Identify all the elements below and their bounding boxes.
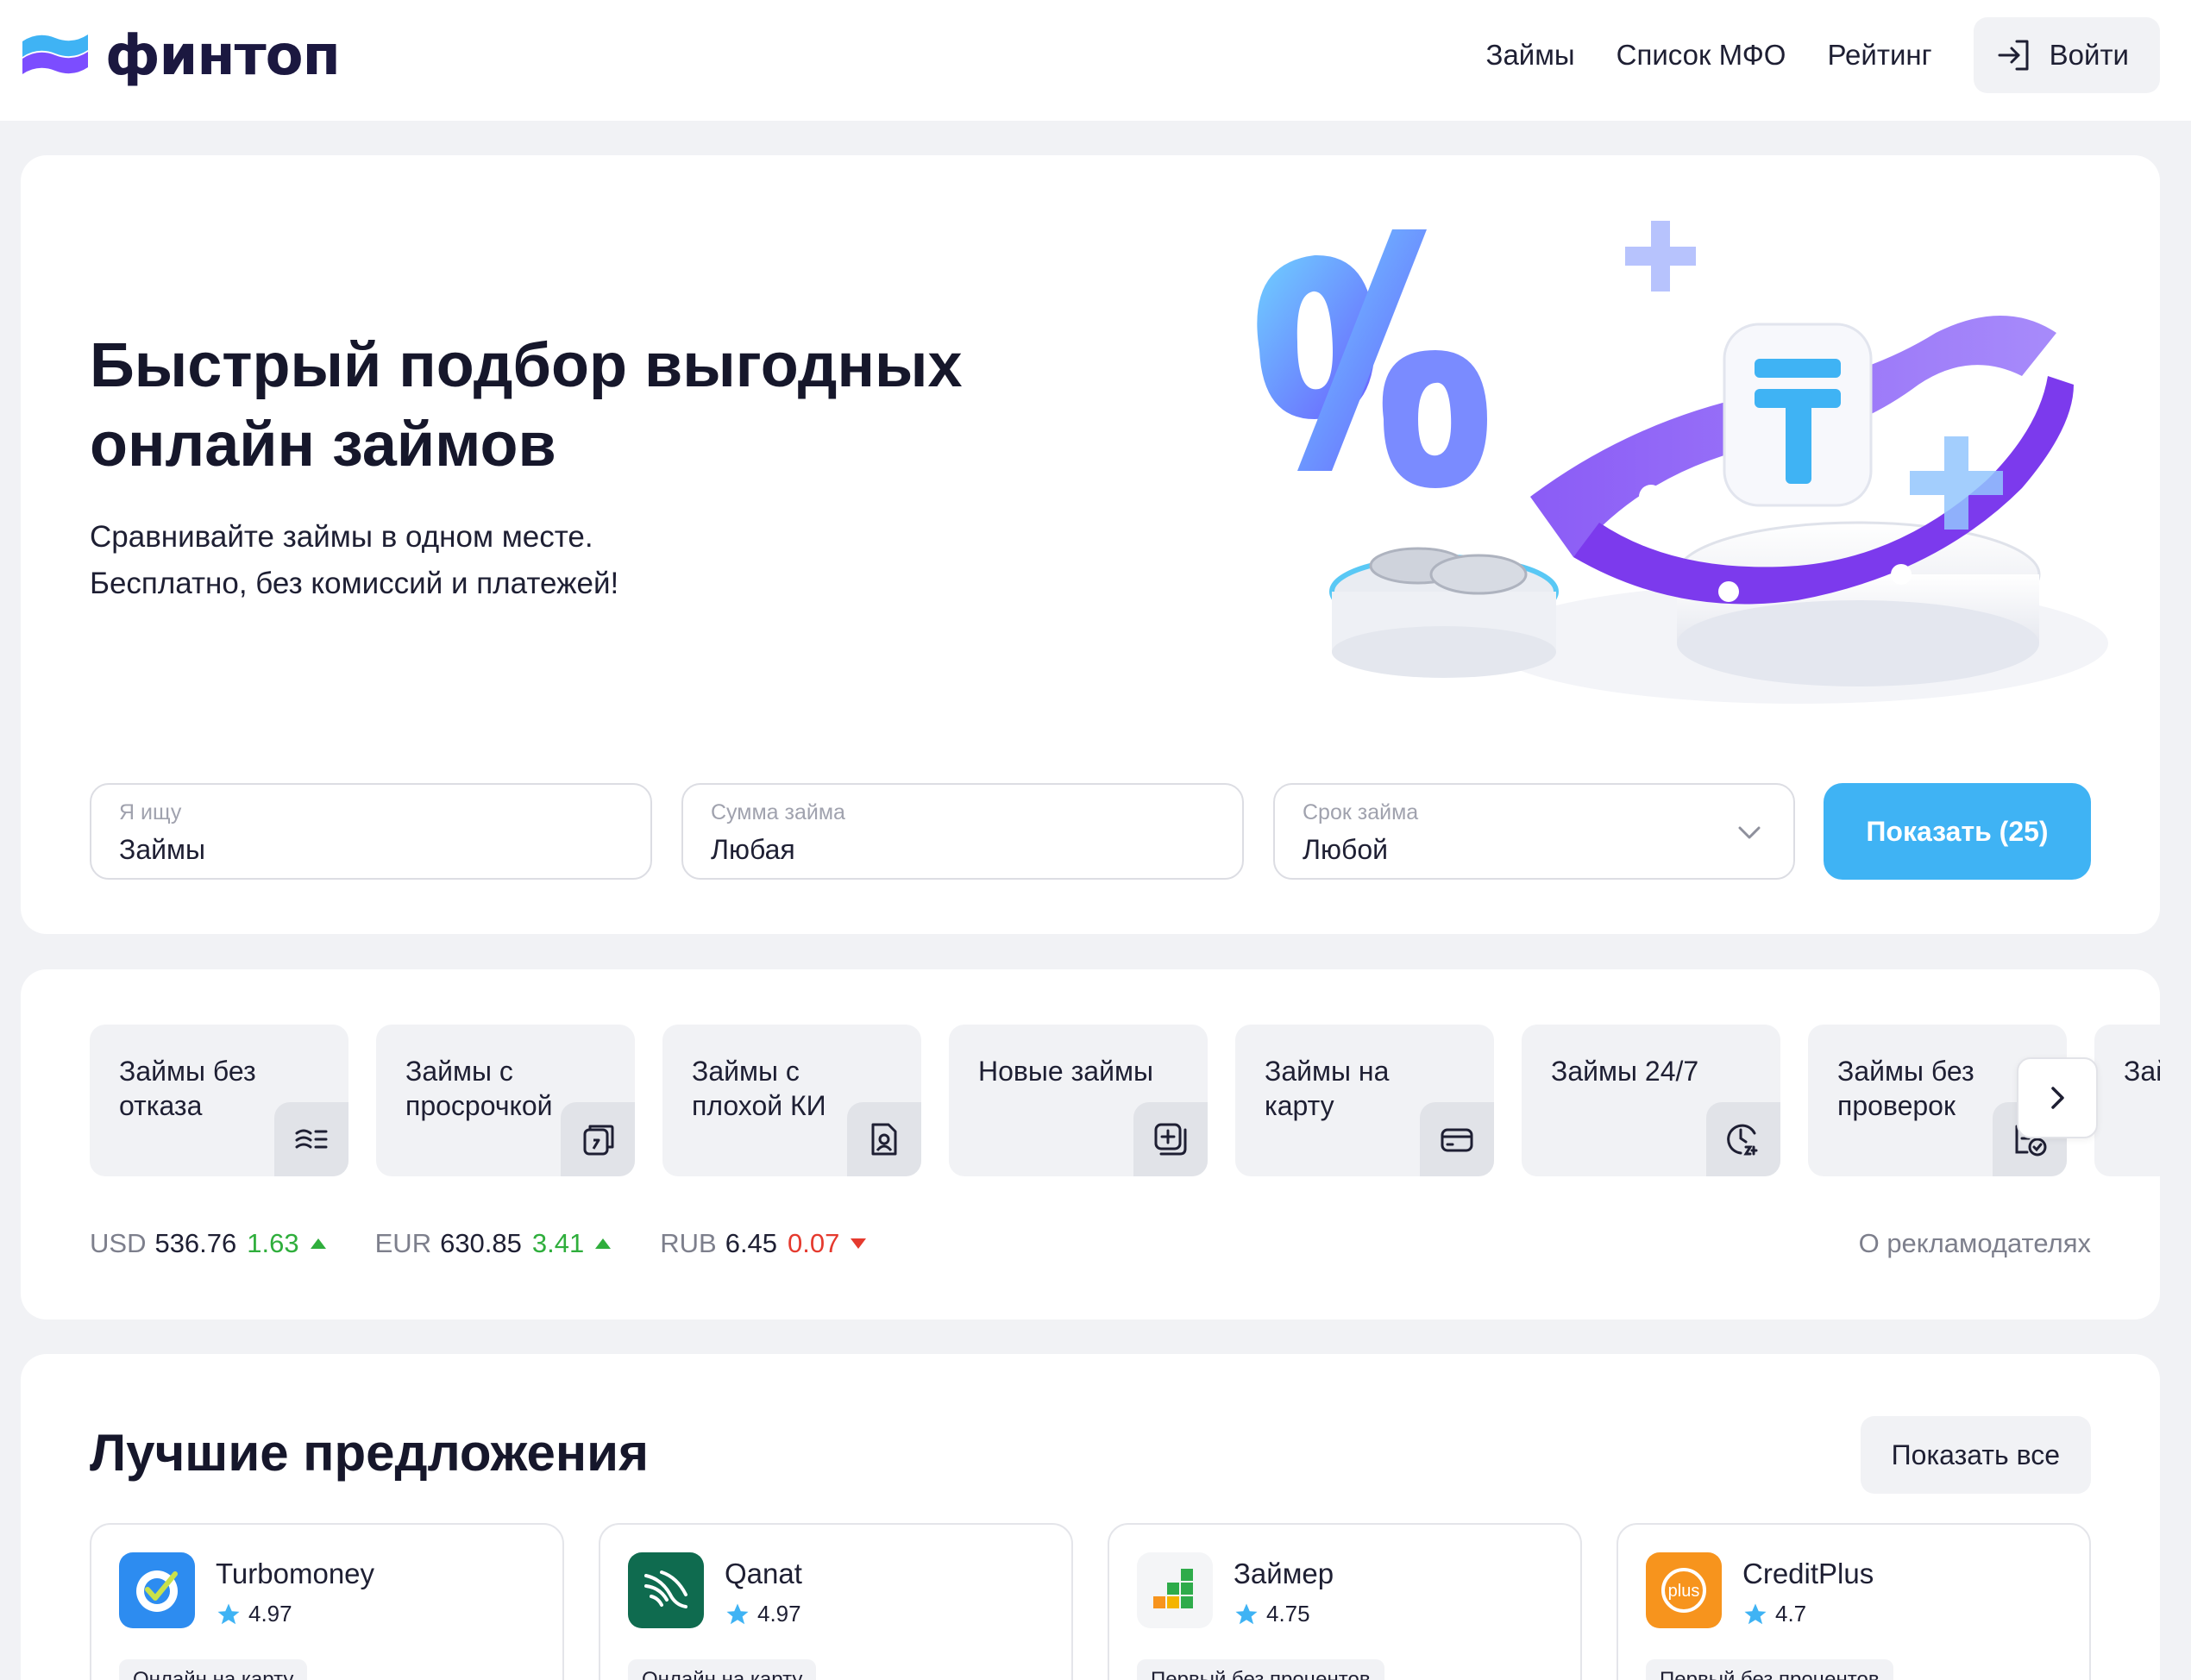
nav-link-loans[interactable]: Займы: [1486, 39, 1575, 72]
login-button[interactable]: Войти: [1973, 17, 2160, 93]
offer-tag: Первый без процентов: [1137, 1659, 1384, 1680]
rate-code: EUR: [374, 1228, 432, 1258]
credit-history-doc-icon: [847, 1102, 921, 1176]
star-icon: [1235, 1603, 1258, 1624]
hero-subtitle-line-2: Бесплатно, без комиссий и платежей!: [90, 567, 619, 600]
offer-card[interactable]: Qanat 4.97 Онлайн на карту: [599, 1523, 1073, 1680]
hero-subtitle: Сравнивайте займы в одном месте. Бесплат…: [90, 514, 1039, 607]
refuse-free-icon: [274, 1102, 348, 1176]
category-label: Новые займы: [978, 1056, 1153, 1087]
search-what-label: Я ищу: [119, 800, 182, 824]
offer-rating: 4.7: [1742, 1601, 1806, 1627]
offer-tag: Онлайн на карту: [628, 1659, 817, 1680]
star-icon: [726, 1603, 749, 1624]
nav-link-rating[interactable]: Рейтинг: [1827, 39, 1931, 72]
rate-code: RUB: [660, 1228, 717, 1258]
rate-change: 0.07: [788, 1228, 840, 1258]
star-icon: [217, 1603, 240, 1624]
offer-card[interactable]: Turbomoney 4.97 Онлайн на карту: [90, 1523, 564, 1680]
offer-tag: Первый без процентов: [1646, 1659, 1893, 1680]
offer-name: CreditPlus: [1742, 1558, 1874, 1589]
rate-value: 6.45: [725, 1228, 778, 1258]
category-no-refusal[interactable]: Займы без отказа: [90, 1025, 348, 1176]
offer-rating-value: 4.75: [1266, 1601, 1310, 1627]
triangle-up-icon: [595, 1238, 612, 1249]
search-what-value: Займы: [119, 834, 205, 865]
svg-text:plus: plus: [1668, 1582, 1700, 1601]
login-icon: [1998, 40, 2029, 71]
offer-name: Займер: [1234, 1558, 1334, 1589]
main-nav: Займы Список МФО Рейтинг Войти: [1486, 17, 2160, 93]
category-24-7[interactable]: Займы 24/7: [1522, 1025, 1780, 1176]
category-overdue[interactable]: Займы с просрочкой: [376, 1025, 635, 1176]
category-new[interactable]: Новые займы: [949, 1025, 1208, 1176]
offer-rating: 4.97: [216, 1601, 292, 1627]
search-term-label: Срок займа: [1303, 800, 1419, 824]
offer-rating: 4.97: [725, 1601, 801, 1627]
category-label: Займы про: [2124, 1056, 2160, 1087]
search-amount-field[interactable]: Сумма займа Любая: [681, 783, 1244, 880]
hero-illustration: [1257, 221, 2108, 704]
chevron-right-icon: [2051, 1087, 2064, 1109]
nav-link-mfo-list[interactable]: Список МФО: [1617, 39, 1786, 72]
categories-section: Займы без отказа Займы с просрочкой Займ…: [21, 969, 2160, 1320]
rate-usd: USD 536.76 1.63: [90, 1228, 327, 1259]
login-label: Войти: [2049, 39, 2129, 71]
creditplus-logo: plus: [1646, 1552, 1722, 1628]
offer-rating: 4.75: [1234, 1601, 1310, 1627]
category-to-card[interactable]: Займы на карту: [1235, 1025, 1494, 1176]
category-bad-credit[interactable]: Займы с плохой КИ: [662, 1025, 921, 1176]
hero-section: Быстрый подбор выгодных онлайн займов Ср…: [21, 155, 2160, 934]
category-label: Займы 24/7: [1551, 1056, 1699, 1087]
offer-name: Turbomoney: [216, 1558, 375, 1589]
site-header: финтоп Займы Список МФО Рейтинг Войти: [0, 0, 2191, 121]
rate-change: 3.41: [531, 1228, 585, 1258]
search-term-value: Любой: [1303, 834, 1388, 865]
offer-card[interactable]: Займер 4.75 Первый без процентов: [1108, 1523, 1582, 1680]
rate-eur: EUR 630.85 3.41: [375, 1228, 612, 1259]
turbomoney-logo: [119, 1552, 195, 1628]
currency-rates: USD 536.76 1.63 EUR 630.85 3.41 RUB 6.45…: [90, 1228, 915, 1259]
rate-code: USD: [90, 1228, 147, 1258]
search-amount-value: Любая: [711, 834, 795, 865]
hero-subtitle-line-1: Сравнивайте займы в одном месте.: [90, 520, 593, 554]
brand-logo-icon: [22, 34, 88, 74]
rate-rub: RUB 6.45 0.07: [660, 1228, 867, 1259]
triangle-down-icon: [851, 1238, 867, 1249]
offer-rating-value: 4.97: [248, 1601, 292, 1627]
rate-value: 536.76: [154, 1228, 237, 1258]
carousel-next-button[interactable]: [2017, 1057, 2098, 1138]
brand-name: финтоп: [105, 24, 341, 88]
offer-rating-value: 4.7: [1775, 1601, 1807, 1627]
offer-rating-value: 4.97: [757, 1601, 801, 1627]
clock-24-icon: [1706, 1102, 1780, 1176]
zaymer-logo: [1137, 1552, 1213, 1628]
best-offers-section: Лучшие предложения Показать все Turbomon…: [21, 1354, 2160, 1680]
qanat-logo: [628, 1552, 704, 1628]
triangle-up-icon: [310, 1238, 326, 1249]
category-partial[interactable]: Займы про: [2094, 1025, 2160, 1176]
offer-name: Qanat: [725, 1558, 802, 1589]
card-icon: [1420, 1102, 1494, 1176]
show-results-button[interactable]: Показать (25): [1824, 783, 2091, 880]
brand-logo[interactable]: финтоп: [21, 24, 341, 88]
advertisers-link[interactable]: О рекламодателях: [1859, 1228, 2091, 1259]
search-term-select[interactable]: Срок займа Любой: [1273, 783, 1795, 880]
star-icon: [1744, 1603, 1767, 1624]
search-amount-label: Сумма займа: [711, 800, 845, 824]
chevron-down-icon: [1738, 826, 1761, 839]
hero-title: Быстрый подбор выгодных онлайн займов: [90, 331, 963, 480]
section-title: Лучшие предложения: [90, 1424, 650, 1482]
new-plus-icon: [1133, 1102, 1208, 1176]
offer-card[interactable]: plus CreditPlus 4.7 Первый без процентов: [1617, 1523, 2091, 1680]
calendar-overdue-icon: [561, 1102, 635, 1176]
category-carousel: Займы без отказа Займы с просрочкой Займ…: [90, 1025, 2160, 1176]
search-what-field[interactable]: Я ищу Займы: [90, 783, 652, 880]
rate-change: 1.63: [247, 1228, 299, 1258]
rate-value: 630.85: [440, 1228, 522, 1258]
show-all-button[interactable]: Показать все: [1860, 1416, 2091, 1494]
offer-tag: Онлайн на карту: [119, 1659, 308, 1680]
